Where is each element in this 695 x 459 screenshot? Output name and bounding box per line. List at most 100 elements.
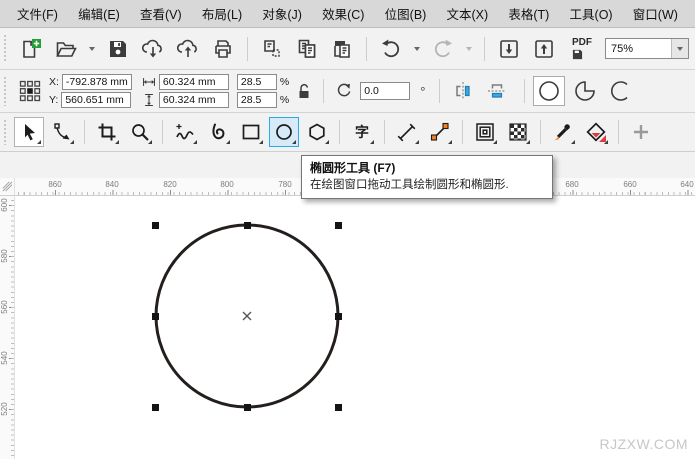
ellipse-shape-icon <box>536 78 562 104</box>
interactive-fill-tool[interactable] <box>581 117 611 147</box>
selection-handle-top-right[interactable] <box>335 222 342 229</box>
hruler-label: 640 <box>680 180 693 189</box>
plus-icon <box>630 121 652 143</box>
object-height-input[interactable] <box>159 92 229 108</box>
copy-button[interactable] <box>292 34 322 64</box>
object-width-input[interactable] <box>159 74 229 90</box>
menu-window[interactable]: 窗口(W) <box>628 1 683 26</box>
contour-tool[interactable] <box>470 117 500 147</box>
print-icon <box>211 37 235 61</box>
transparency-tool[interactable] <box>503 117 533 147</box>
import-button[interactable] <box>494 34 524 64</box>
scale-width-input[interactable] <box>237 74 277 90</box>
scale-height-input[interactable] <box>237 92 277 108</box>
selection-handle-top-center[interactable] <box>244 222 251 229</box>
vruler-label: 560 <box>0 294 12 320</box>
menu-tools[interactable]: 工具(O) <box>565 1 618 26</box>
angle-of-rotation-input[interactable] <box>360 82 410 100</box>
crop-tool-icon <box>96 121 118 143</box>
print-button[interactable] <box>208 34 238 64</box>
selection-handle-middle-left[interactable] <box>152 313 159 320</box>
open-dropdown-arrow[interactable] <box>89 47 95 51</box>
menu-object[interactable]: 对象(J) <box>257 1 307 26</box>
zoom-level-combo[interactable]: 75% <box>605 38 689 59</box>
mirror-vertical-button[interactable] <box>482 76 512 106</box>
redo-button[interactable] <box>428 34 458 64</box>
pdf-label: PDF <box>572 38 592 48</box>
vruler-label: 520 <box>0 396 12 422</box>
menu-view[interactable]: 查看(V) <box>135 1 187 26</box>
arc-mode-button[interactable] <box>605 76 637 106</box>
menu-bitmap[interactable]: 位图(B) <box>380 1 432 26</box>
cut-button[interactable] <box>257 34 287 64</box>
toolbar-grip[interactable] <box>3 34 8 63</box>
zoom-tool[interactable] <box>125 117 155 147</box>
paste-icon <box>330 37 354 61</box>
open-button[interactable] <box>51 34 81 64</box>
rotate-button[interactable] <box>332 76 356 106</box>
ellipse-mode-button[interactable] <box>533 76 565 106</box>
menu-effects[interactable]: 效果(C) <box>317 1 369 26</box>
y-position-input[interactable] <box>61 92 131 108</box>
object-center-mark[interactable] <box>243 312 251 320</box>
rectangle-tool[interactable] <box>236 117 266 147</box>
undo-button[interactable] <box>376 34 406 64</box>
degree-symbol: ° <box>420 84 425 99</box>
dimension-tool-icon <box>396 121 418 143</box>
unlock-icon <box>296 82 312 100</box>
export-button[interactable] <box>529 34 559 64</box>
ruler-units-icon <box>2 181 13 192</box>
menu-table[interactable]: 表格(T) <box>503 1 554 26</box>
cloud-download-button[interactable] <box>138 34 168 64</box>
toolbox-separator <box>540 120 541 144</box>
drawing-canvas[interactable]: RJZXW.COM <box>15 196 695 459</box>
vruler-label: 600 <box>0 192 12 218</box>
selection-handle-top-left[interactable] <box>152 222 159 229</box>
text-tool[interactable]: 字 <box>347 117 377 147</box>
vertical-ruler[interactable]: 600 580 560 540 520 <box>0 196 15 459</box>
save-button[interactable] <box>103 34 133 64</box>
object-position-button[interactable] <box>15 76 45 106</box>
menu-text[interactable]: 文本(X) <box>442 1 494 26</box>
paste-button[interactable] <box>327 34 357 64</box>
hruler-label: 660 <box>623 180 636 189</box>
selection-handle-bottom-center[interactable] <box>244 404 251 411</box>
lock-ratio-button[interactable] <box>293 76 315 106</box>
ellipse-tool-icon <box>273 121 295 143</box>
x-position-label: X: <box>49 76 59 88</box>
publish-to-pdf-button[interactable]: PDF <box>564 34 600 64</box>
selection-handle-middle-right[interactable] <box>335 313 342 320</box>
arc-shape-icon <box>608 78 634 104</box>
connector-tool[interactable] <box>425 117 455 147</box>
bspline-tool-icon <box>207 121 229 143</box>
shape-tool[interactable] <box>47 117 77 147</box>
new-document-button[interactable] <box>16 34 46 64</box>
crop-tool[interactable] <box>92 117 122 147</box>
propbar-grip[interactable] <box>3 76 8 106</box>
menu-file[interactable]: 文件(F) <box>12 1 63 26</box>
ellipse-tool[interactable] <box>269 117 299 147</box>
pick-tool[interactable] <box>14 117 44 147</box>
toolbox-separator <box>462 120 463 144</box>
toolbox-grip[interactable] <box>3 119 8 145</box>
toolbox-separator <box>618 120 619 144</box>
cloud-upload-button[interactable] <box>173 34 203 64</box>
menu-layout[interactable]: 布局(L) <box>197 1 247 26</box>
zoom-combo-button[interactable] <box>671 39 688 58</box>
pie-mode-button[interactable] <box>569 76 601 106</box>
customize-toolbox-button[interactable] <box>626 117 656 147</box>
freehand-tool[interactable] <box>170 117 200 147</box>
cloud-download-icon <box>140 37 166 61</box>
mirror-horizontal-button[interactable] <box>448 76 478 106</box>
polygon-tool[interactable] <box>302 117 332 147</box>
redo-dropdown-arrow[interactable] <box>466 47 472 51</box>
undo-dropdown-arrow[interactable] <box>414 47 420 51</box>
x-position-input[interactable] <box>62 74 132 90</box>
selection-handle-bottom-left[interactable] <box>152 404 159 411</box>
dimension-tool[interactable] <box>392 117 422 147</box>
menu-edit[interactable]: 编辑(E) <box>73 1 125 26</box>
bspline-tool[interactable] <box>203 117 233 147</box>
toolbox-separator <box>384 120 385 144</box>
selection-handle-bottom-right[interactable] <box>335 404 342 411</box>
color-eyedropper-tool[interactable] <box>548 117 578 147</box>
